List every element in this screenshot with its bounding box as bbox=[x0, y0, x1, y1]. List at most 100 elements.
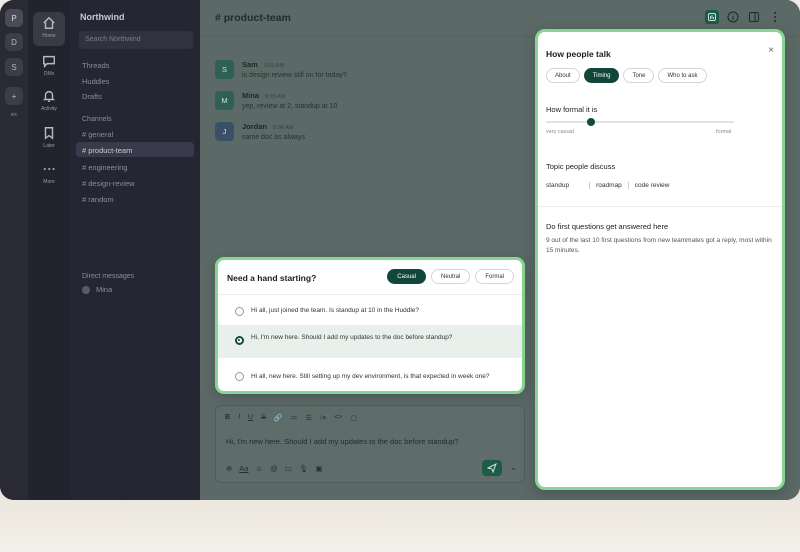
suggestion-text: Hi all, new here. Still setting up my de… bbox=[251, 373, 490, 380]
formality-min-label: very casual bbox=[546, 129, 574, 135]
mention-icon[interactable]: @ bbox=[270, 464, 278, 473]
code-icon[interactable]: <> bbox=[334, 414, 342, 422]
nav-dms[interactable]: DMs bbox=[33, 50, 65, 84]
nav-dms-label: DMs bbox=[43, 71, 55, 77]
tab-timing[interactable]: Timing bbox=[583, 68, 620, 83]
page-title: # product-team bbox=[215, 12, 291, 24]
message: M Mina 9:05 AM yep, review at 2, standup … bbox=[215, 91, 337, 110]
formality-max-label: formal bbox=[716, 129, 732, 135]
kebab-menu-icon[interactable] bbox=[768, 10, 782, 24]
dm-item-mina[interactable]: Mina bbox=[82, 285, 112, 294]
message-text: is design review still on for today? bbox=[242, 72, 347, 79]
message-text: yep, review at 2, standup at 10 bbox=[242, 103, 338, 110]
formality-slider[interactable] bbox=[546, 118, 734, 126]
channel-header-actions bbox=[705, 10, 782, 24]
tone-casual-button[interactable]: Casual bbox=[387, 269, 426, 284]
channel-random[interactable]: # random bbox=[76, 191, 194, 206]
tone-neutral-button[interactable]: Neutral bbox=[430, 269, 471, 284]
suggestion-option[interactable]: Hi all, new here. Still setting up my de… bbox=[218, 364, 522, 390]
insights-icon[interactable] bbox=[705, 10, 719, 24]
strikethrough-button[interactable]: S bbox=[261, 414, 266, 422]
send-icon bbox=[487, 463, 497, 473]
bold-button[interactable]: B bbox=[225, 414, 230, 422]
tab-about[interactable]: About bbox=[546, 68, 580, 83]
italic-button[interactable]: I bbox=[238, 414, 240, 422]
sidebar-item-drafts[interactable]: Drafts bbox=[82, 92, 102, 101]
radio-button[interactable] bbox=[235, 307, 244, 316]
blockquote-icon[interactable]: ⁝≡ bbox=[320, 414, 326, 422]
radio-button[interactable] bbox=[235, 372, 244, 381]
insights-panel: How people talk × About Timing Tone Who … bbox=[535, 29, 785, 490]
avatar bbox=[82, 285, 90, 294]
chevron-down-icon[interactable]: ⌄ bbox=[510, 463, 517, 472]
suggestion-option[interactable]: Hi all, just joined the team. Is standup… bbox=[218, 298, 522, 324]
link-icon[interactable]: 🔗 bbox=[274, 414, 283, 422]
workspace-p[interactable]: P bbox=[5, 9, 23, 27]
tab-tone[interactable]: Tone bbox=[623, 68, 655, 83]
radio-button[interactable] bbox=[235, 336, 244, 345]
message: S Sam 9:02 AM is design review still on f… bbox=[215, 60, 347, 79]
bullet-list-icon[interactable]: ☰ bbox=[305, 414, 311, 422]
nav-later-label: Later bbox=[43, 143, 55, 149]
message-time: 9:06 AM bbox=[273, 125, 294, 131]
close-icon[interactable]: × bbox=[768, 45, 774, 56]
nav-activity[interactable]: Activity bbox=[33, 85, 65, 119]
suggestion-text: Hi, I'm new here. Should I add my update… bbox=[251, 334, 453, 341]
dm-header: Direct messages bbox=[82, 273, 135, 280]
formality-title: How formal it is bbox=[546, 105, 598, 114]
info-icon[interactable] bbox=[726, 10, 740, 24]
topic-item: standup bbox=[546, 182, 570, 189]
channel-general[interactable]: # general bbox=[76, 126, 194, 141]
message: J Jordan 9:06 AM same doc as always bbox=[215, 122, 305, 141]
nav-home-label: Home bbox=[42, 33, 56, 39]
channels-header: Channels bbox=[82, 116, 112, 123]
send-button[interactable] bbox=[482, 460, 502, 476]
composer-input[interactable]: Hi, I'm new here. Should I add my update… bbox=[226, 436, 466, 447]
bookmark-icon bbox=[44, 127, 54, 140]
tab-who-to-ask[interactable]: Who to ask bbox=[658, 68, 707, 83]
numbered-list-icon[interactable]: ≔ bbox=[290, 414, 297, 422]
slider-thumb[interactable] bbox=[587, 118, 596, 126]
divider bbox=[218, 294, 522, 295]
code-block-icon[interactable]: ▢ bbox=[350, 414, 357, 422]
topic-item: code review bbox=[627, 182, 676, 189]
message-composer: B I U S 🔗 ≔ ☰ ⁝≡ <> ▢ Hi, I'm new here. … bbox=[215, 405, 525, 483]
channel-design-review[interactable]: # design-review bbox=[76, 175, 194, 190]
suggestion-text: Hi all, just joined the team. Is standup… bbox=[251, 307, 420, 314]
microphone-icon[interactable]: 🎙 bbox=[299, 464, 309, 473]
topics-title: Topic people discuss bbox=[546, 162, 616, 171]
emoji-icon[interactable]: ☺ bbox=[255, 464, 263, 473]
message-time: 9:05 AM bbox=[265, 94, 286, 100]
workspace-name: Northwind bbox=[80, 12, 125, 22]
suggestion-option-selected[interactable]: Hi, I'm new here. Should I add my update… bbox=[218, 325, 522, 358]
divider bbox=[538, 206, 782, 207]
sidebar-item-huddles[interactable]: Huddles bbox=[82, 77, 110, 86]
message-author[interactable]: Mina bbox=[242, 91, 259, 100]
panel-tabs: About Timing Tone Who to ask bbox=[546, 68, 707, 83]
underline-button[interactable]: U bbox=[248, 414, 253, 422]
topics-list: standup roadmap code review bbox=[546, 182, 675, 189]
sidebar-item-threads[interactable]: Threads bbox=[82, 61, 110, 70]
nav-home[interactable]: Home bbox=[33, 12, 65, 46]
avatar: S bbox=[215, 60, 234, 79]
plus-icon[interactable]: ⊕ bbox=[226, 464, 232, 473]
starter-suggestions-popup: Need a hand starting? Casual Neutral For… bbox=[215, 257, 525, 394]
workspace-d[interactable]: D bbox=[5, 33, 23, 51]
add-workspace-button[interactable]: + bbox=[5, 87, 23, 105]
message-author[interactable]: Sam bbox=[242, 60, 258, 69]
split-view-icon[interactable] bbox=[747, 10, 761, 24]
topic-item: roadmap bbox=[589, 182, 628, 189]
channel-product-team[interactable]: # product-team bbox=[76, 142, 194, 157]
video-icon[interactable]: ▭ bbox=[285, 464, 292, 473]
workspace-s[interactable]: S bbox=[5, 58, 23, 76]
nav-more[interactable]: More bbox=[33, 158, 65, 192]
message-author[interactable]: Jordan bbox=[242, 122, 267, 131]
tone-formal-button[interactable]: Formal bbox=[475, 269, 514, 284]
channel-sidebar: Northwind Search Northwind Threads Huddl… bbox=[70, 0, 200, 500]
nav-later[interactable]: Later bbox=[33, 122, 65, 156]
text-format-icon[interactable]: Aa bbox=[239, 464, 248, 473]
nav-column: Home DMs Activity Later More bbox=[28, 0, 70, 500]
channel-engineering[interactable]: # engineering bbox=[76, 159, 194, 174]
search-input[interactable]: Search Northwind bbox=[79, 31, 193, 49]
shortcuts-icon[interactable]: ▣ bbox=[315, 464, 322, 473]
